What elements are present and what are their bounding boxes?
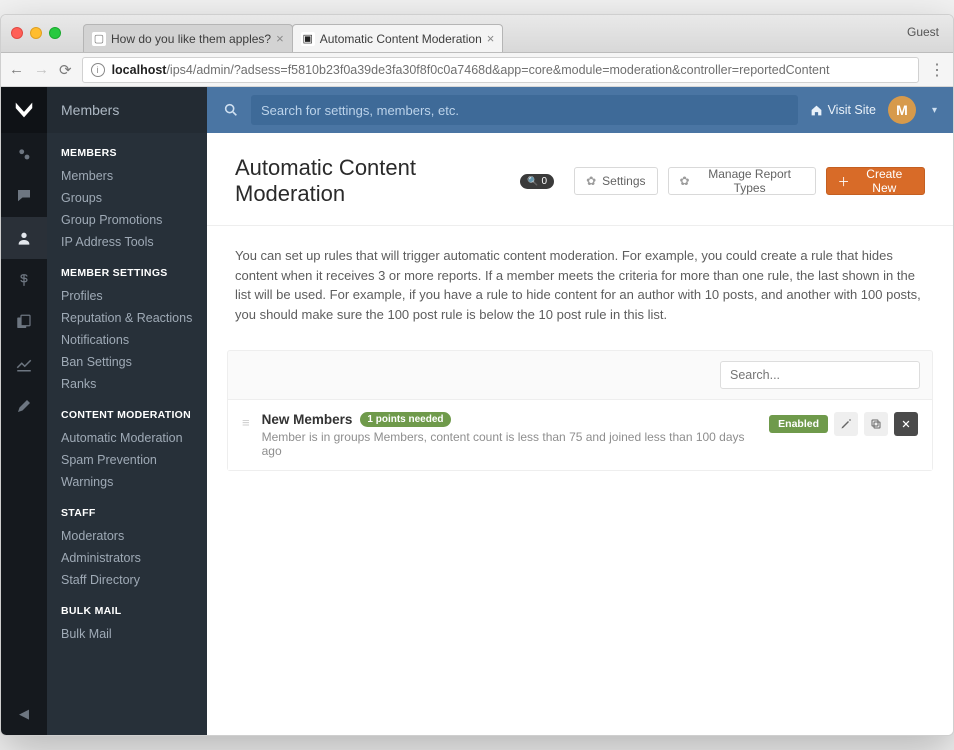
points-badge: 1 points needed bbox=[360, 412, 450, 427]
sidebar-item-ranks[interactable]: Ranks bbox=[47, 373, 207, 395]
page-title: Automatic Content Moderation bbox=[235, 155, 510, 207]
edit-button[interactable] bbox=[834, 412, 858, 436]
sidebar-group-bulk-mail: BULK MAIL Bulk Mail bbox=[47, 591, 207, 645]
sidebar-heading: STAFF bbox=[47, 493, 207, 525]
status-badge: Enabled bbox=[769, 415, 828, 433]
search-icon: 🔍 bbox=[527, 176, 538, 187]
drag-handle-icon[interactable]: ≡ bbox=[242, 415, 250, 430]
sidebar-heading: MEMBER SETTINGS bbox=[47, 253, 207, 285]
browser-tabs: ▢ How do you like them apples? × ▣ Autom… bbox=[83, 15, 502, 52]
sidebar-group-content-moderation: CONTENT MODERATION Automatic Moderation … bbox=[47, 395, 207, 493]
rail-pages-icon[interactable] bbox=[1, 301, 47, 343]
rule-body: New Members 1 points needed Member is in… bbox=[262, 412, 758, 458]
sidebar-item-members[interactable]: Members bbox=[47, 165, 207, 187]
zoom-window-button[interactable] bbox=[49, 27, 61, 39]
gear-icon: ✿ bbox=[586, 174, 596, 188]
rail-settings-icon[interactable] bbox=[1, 133, 47, 175]
manage-report-types-button[interactable]: ✿ Manage Report Types bbox=[668, 167, 816, 195]
url-host: localhost bbox=[112, 63, 167, 77]
profile-label[interactable]: Guest bbox=[907, 25, 939, 39]
url-path: /ips4/admin/?adsess=f5810b23f0a39de3fa30… bbox=[166, 63, 829, 77]
rules-panel: ≡ New Members 1 points needed Member is … bbox=[227, 350, 933, 471]
count-badge: 🔍0 bbox=[520, 174, 554, 189]
plus-icon: ＋ bbox=[838, 173, 850, 190]
browser-tab-1[interactable]: ▣ Automatic Content Moderation × bbox=[292, 24, 504, 52]
sidebar-heading: MEMBERS bbox=[47, 133, 207, 165]
reload-button[interactable]: ⟳ bbox=[59, 61, 72, 79]
sidebar-item-administrators[interactable]: Administrators bbox=[47, 547, 207, 569]
tab-title: How do you like them apples? bbox=[111, 32, 271, 46]
sidebar-item-moderators[interactable]: Moderators bbox=[47, 525, 207, 547]
sidebar-item-staff-directory[interactable]: Staff Directory bbox=[47, 569, 207, 591]
sidebar-group-member-settings: MEMBER SETTINGS Profiles Reputation & Re… bbox=[47, 253, 207, 395]
rule-name: New Members bbox=[262, 412, 353, 427]
favicon: ▣ bbox=[301, 32, 315, 46]
site-info-icon[interactable]: i bbox=[91, 63, 105, 77]
icon-rail: ◀ bbox=[1, 87, 47, 735]
sidebar-group-members: MEMBERS Members Groups Group Promotions … bbox=[47, 133, 207, 253]
sidebar-item-spam-prevention[interactable]: Spam Prevention bbox=[47, 449, 207, 471]
rule-description: Member is in groups Members, content cou… bbox=[262, 430, 758, 458]
close-tab-icon[interactable]: × bbox=[276, 31, 284, 46]
sidebar-item-profiles[interactable]: Profiles bbox=[47, 285, 207, 307]
sidebar-item-ban-settings[interactable]: Ban Settings bbox=[47, 351, 207, 373]
sidebar-item-groups[interactable]: Groups bbox=[47, 187, 207, 209]
sidebar-item-warnings[interactable]: Warnings bbox=[47, 471, 207, 493]
favicon: ▢ bbox=[92, 32, 106, 46]
create-new-button[interactable]: ＋ Create New bbox=[826, 167, 925, 195]
close-tab-icon[interactable]: × bbox=[487, 31, 495, 46]
main: Visit Site M ▾ Automatic Content Moderat… bbox=[207, 87, 953, 735]
minimize-window-button[interactable] bbox=[30, 27, 42, 39]
global-search-input[interactable] bbox=[251, 95, 798, 125]
sidebar-item-automatic-moderation[interactable]: Automatic Moderation bbox=[47, 427, 207, 449]
rules-search-input[interactable] bbox=[720, 361, 920, 389]
page-header: Automatic Content Moderation 🔍0 ✿ Settin… bbox=[207, 133, 953, 226]
sidebar-title: Members bbox=[47, 87, 207, 133]
rule-row: ≡ New Members 1 points needed Member is … bbox=[228, 400, 932, 470]
rail-collapse-icon[interactable]: ◀ bbox=[1, 693, 47, 735]
rule-actions: Enabled bbox=[769, 412, 918, 436]
tab-title: Automatic Content Moderation bbox=[320, 32, 482, 46]
url-bar: ← → ⟳ i localhost /ips4/admin/?adsess=f5… bbox=[1, 53, 953, 87]
gear-icon: ✿ bbox=[680, 174, 690, 188]
rail-members-icon[interactable] bbox=[1, 217, 47, 259]
rail-customize-icon[interactable] bbox=[1, 385, 47, 427]
sidebar-item-notifications[interactable]: Notifications bbox=[47, 329, 207, 351]
home-icon bbox=[810, 104, 823, 117]
sidebar-heading: CONTENT MODERATION bbox=[47, 395, 207, 427]
settings-button[interactable]: ✿ Settings bbox=[574, 167, 657, 195]
sidebar: Members MEMBERS Members Groups Group Pro… bbox=[47, 87, 207, 735]
sidebar-group-staff: STAFF Moderators Administrators Staff Di… bbox=[47, 493, 207, 591]
forward-button[interactable]: → bbox=[34, 61, 49, 78]
app-logo[interactable] bbox=[1, 87, 47, 133]
app: ◀ Members MEMBERS Members Groups Group P… bbox=[1, 87, 953, 735]
topbar: Visit Site M ▾ bbox=[207, 87, 953, 133]
sidebar-item-group-promotions[interactable]: Group Promotions bbox=[47, 209, 207, 231]
intro-text: You can set up rules that will trigger a… bbox=[207, 226, 953, 344]
browser-tab-0[interactable]: ▢ How do you like them apples? × bbox=[83, 24, 293, 52]
chevron-down-icon[interactable]: ▾ bbox=[932, 105, 937, 116]
sidebar-item-bulk-mail[interactable]: Bulk Mail bbox=[47, 623, 207, 645]
panel-search-row bbox=[228, 351, 932, 400]
sidebar-heading: BULK MAIL bbox=[47, 591, 207, 623]
copy-button[interactable] bbox=[864, 412, 888, 436]
titlebar: ▢ How do you like them apples? × ▣ Autom… bbox=[1, 15, 953, 53]
user-avatar[interactable]: M bbox=[888, 96, 916, 124]
rail-stats-icon[interactable] bbox=[1, 343, 47, 385]
delete-button[interactable] bbox=[894, 412, 918, 436]
sidebar-item-reputation[interactable]: Reputation & Reactions bbox=[47, 307, 207, 329]
browser-menu-button[interactable]: ⋮ bbox=[929, 60, 945, 80]
close-window-button[interactable] bbox=[11, 27, 23, 39]
rail-commerce-icon[interactable] bbox=[1, 259, 47, 301]
back-button[interactable]: ← bbox=[9, 61, 24, 78]
search-icon bbox=[223, 102, 239, 118]
visit-site-link[interactable]: Visit Site bbox=[810, 103, 876, 117]
window-controls bbox=[1, 15, 71, 51]
content: Automatic Content Moderation 🔍0 ✿ Settin… bbox=[207, 133, 953, 735]
address-field[interactable]: i localhost /ips4/admin/?adsess=f5810b23… bbox=[82, 57, 919, 83]
sidebar-item-ip-tools[interactable]: IP Address Tools bbox=[47, 231, 207, 253]
rail-chat-icon[interactable] bbox=[1, 175, 47, 217]
browser-window: ▢ How do you like them apples? × ▣ Autom… bbox=[0, 14, 954, 736]
